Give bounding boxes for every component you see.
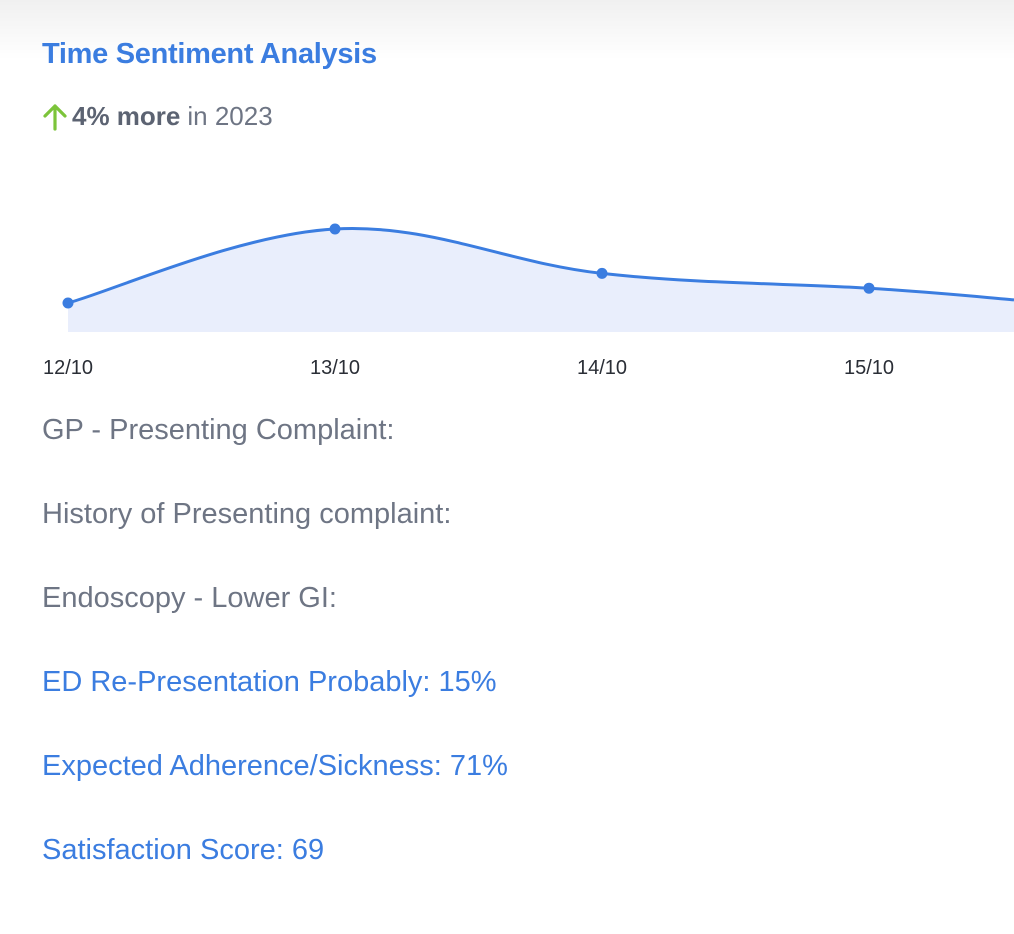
detail-row: GP - Presenting Complaint: xyxy=(42,414,395,446)
details-list: GP - Presenting Complaint: History of Pre… xyxy=(42,408,508,912)
trend-highlight: 4% more xyxy=(72,101,181,131)
sentiment-area-chart: 12/10 13/10 14/10 15/10 xyxy=(43,223,1014,379)
chart-point[interactable] xyxy=(863,282,875,294)
trend-summary: 4% more in 2023 xyxy=(42,101,273,132)
chart-point[interactable] xyxy=(596,267,608,279)
chart-x-tick-label: 14/10 xyxy=(577,357,627,379)
sentiment-card: Time Sentiment Analysis 4% more in 2023 … xyxy=(0,0,1014,934)
chart-x-tick-label: 15/10 xyxy=(844,357,894,379)
chart-point[interactable] xyxy=(329,223,341,235)
trend-suffix: in 2023 xyxy=(187,101,273,131)
card-title: Time Sentiment Analysis xyxy=(42,38,377,70)
chart-point[interactable] xyxy=(62,297,74,309)
detail-row: History of Presenting complaint: xyxy=(42,498,452,530)
chart-area-fill xyxy=(68,228,1014,332)
detail-row: ED Re-Presentation Probably: 15% xyxy=(42,666,497,698)
detail-row: Endoscopy - Lower GI: xyxy=(42,582,337,614)
arrow-up-icon xyxy=(42,103,68,131)
chart-x-tick-label: 12/10 xyxy=(43,357,93,379)
detail-row: Satisfaction Score: 69 xyxy=(42,834,325,866)
chart-x-tick-label: 13/10 xyxy=(310,357,360,379)
detail-row: Expected Adherence/Sickness: 71% xyxy=(42,750,508,782)
